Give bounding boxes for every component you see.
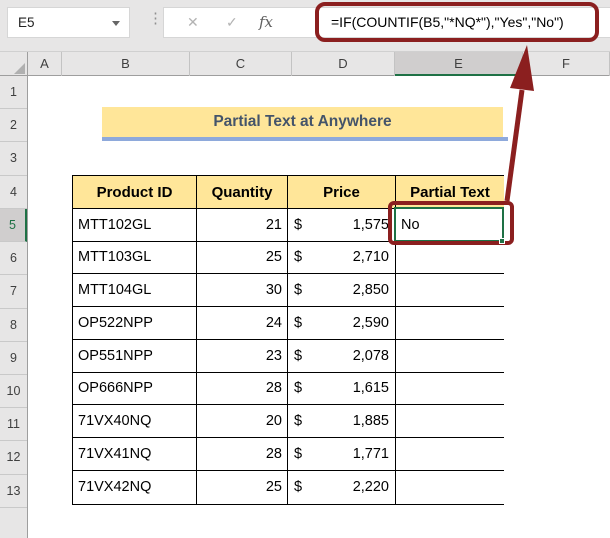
row-header-10[interactable]: 10 [0, 375, 27, 408]
title-banner[interactable]: Partial Text at Anywhere [102, 107, 503, 137]
price-value: 2,078 [353, 348, 389, 364]
product-id-cell[interactable]: OP551NPP [73, 340, 197, 373]
partial-text-cell[interactable] [396, 373, 504, 406]
col-header-B[interactable]: B [62, 52, 190, 76]
price-value: 1,615 [353, 380, 389, 396]
row-header-12[interactable]: 12 [0, 441, 27, 474]
product-id-cell[interactable]: 71VX40NQ [73, 405, 197, 438]
currency-symbol: $ [294, 217, 302, 233]
partial-text-cell-E5[interactable]: No [396, 209, 504, 242]
currency-symbol: $ [294, 479, 302, 495]
row-header-8[interactable]: 8 [0, 309, 27, 342]
insert-function-icon[interactable]: fx [259, 8, 273, 37]
name-box-value: E5 [18, 15, 35, 30]
col-header-C[interactable]: C [190, 52, 292, 76]
data-table: Product ID Quantity Price Partial Text M… [72, 175, 504, 505]
product-id-cell[interactable]: 71VX41NQ [73, 438, 197, 471]
price-cell[interactable]: $1,771 [288, 438, 396, 471]
col-header-F[interactable]: F [523, 52, 610, 76]
quantity-cell[interactable]: 30 [197, 274, 288, 307]
chevron-down-icon[interactable] [112, 21, 120, 26]
col-header-A[interactable]: A [28, 52, 62, 76]
partial-text-cell[interactable] [396, 274, 504, 307]
row-header-6[interactable]: 6 [0, 242, 27, 275]
price-value: 2,590 [353, 315, 389, 331]
product-id-cell[interactable]: MTT103GL [73, 242, 197, 275]
partial-text-cell[interactable] [396, 471, 504, 504]
row-header-4[interactable]: 4 [0, 176, 27, 209]
quantity-cell[interactable]: 23 [197, 340, 288, 373]
price-cell[interactable]: $1,885 [288, 405, 396, 438]
price-cell[interactable]: $1,575 [288, 209, 396, 242]
table-header-partial-text[interactable]: Partial Text [396, 176, 504, 209]
row-header-9[interactable]: 9 [0, 342, 27, 375]
row-header-2[interactable]: 2 [0, 109, 27, 142]
product-id-cell[interactable]: MTT104GL [73, 274, 197, 307]
name-box[interactable]: E5 [7, 7, 130, 38]
table-header-price[interactable]: Price [288, 176, 396, 209]
quantity-cell[interactable]: 24 [197, 307, 288, 340]
cancel-icon[interactable]: ✕ [187, 8, 199, 37]
price-cell[interactable]: $2,220 [288, 471, 396, 504]
fill-handle[interactable] [499, 238, 505, 244]
enter-icon[interactable]: ✓ [226, 8, 238, 37]
formula-bar: E5 ⋮ ✕ ✓ fx =IF(COUNTIF(B5,"*NQ*"),"Yes"… [0, 0, 610, 52]
price-value: 1,575 [353, 217, 389, 233]
price-value: 2,710 [353, 249, 389, 265]
title-underline [102, 137, 508, 141]
partial-text-cell[interactable] [396, 438, 504, 471]
row-header-3[interactable]: 3 [0, 142, 27, 175]
currency-symbol: $ [294, 282, 302, 298]
product-id-cell[interactable]: OP666NPP [73, 373, 197, 406]
currency-symbol: $ [294, 249, 302, 265]
product-id-cell[interactable]: OP522NPP [73, 307, 197, 340]
currency-symbol: $ [294, 413, 302, 429]
select-all-triangle-icon [14, 63, 25, 74]
col-header-D[interactable]: D [292, 52, 395, 76]
row-header-1[interactable]: 1 [0, 76, 27, 109]
quantity-cell[interactable]: 28 [197, 373, 288, 406]
price-value: 2,220 [353, 479, 389, 495]
row-headers: 1 2 3 4 5 6 7 8 9 10 11 12 13 [0, 76, 28, 538]
price-cell[interactable]: $2,078 [288, 340, 396, 373]
currency-symbol: $ [294, 446, 302, 462]
select-all-button[interactable] [0, 52, 28, 76]
partial-text-cell[interactable] [396, 307, 504, 340]
table-header-product-id[interactable]: Product ID [73, 176, 197, 209]
table-header-quantity[interactable]: Quantity [197, 176, 288, 209]
currency-symbol: $ [294, 348, 302, 364]
price-value: 2,850 [353, 282, 389, 298]
price-value: 1,885 [353, 413, 389, 429]
quantity-cell[interactable]: 28 [197, 438, 288, 471]
row-header-13[interactable]: 13 [0, 475, 27, 508]
currency-symbol: $ [294, 315, 302, 331]
price-cell[interactable]: $2,590 [288, 307, 396, 340]
row-header-5-selected[interactable]: 5 [0, 209, 27, 242]
price-value: 1,771 [353, 446, 389, 462]
drag-dots-icon: ⋮ [148, 9, 163, 27]
quantity-cell[interactable]: 20 [197, 405, 288, 438]
currency-symbol: $ [294, 380, 302, 396]
quantity-cell[interactable]: 25 [197, 471, 288, 504]
quantity-cell[interactable]: 21 [197, 209, 288, 242]
col-header-E-selected[interactable]: E [395, 52, 523, 76]
price-cell[interactable]: $2,710 [288, 242, 396, 275]
partial-text-cell[interactable] [396, 405, 504, 438]
row-header-7[interactable]: 7 [0, 275, 27, 308]
row-header-11[interactable]: 11 [0, 408, 27, 441]
price-cell[interactable]: $2,850 [288, 274, 396, 307]
excel-window: E5 ⋮ ✕ ✓ fx =IF(COUNTIF(B5,"*NQ*"),"Yes"… [0, 0, 610, 538]
price-cell[interactable]: $1,615 [288, 373, 396, 406]
quantity-cell[interactable]: 25 [197, 242, 288, 275]
formula-input[interactable]: =IF(COUNTIF(B5,"*NQ*"),"Yes","No") [331, 8, 564, 37]
product-id-cell[interactable]: MTT102GL [73, 209, 197, 242]
partial-text-cell[interactable] [396, 242, 504, 275]
partial-text-cell[interactable] [396, 340, 504, 373]
product-id-cell[interactable]: 71VX42NQ [73, 471, 197, 504]
column-headers: A B C D E F [0, 52, 610, 76]
formula-input-strip: ✕ ✓ fx =IF(COUNTIF(B5,"*NQ*"),"Yes","No"… [163, 7, 610, 38]
